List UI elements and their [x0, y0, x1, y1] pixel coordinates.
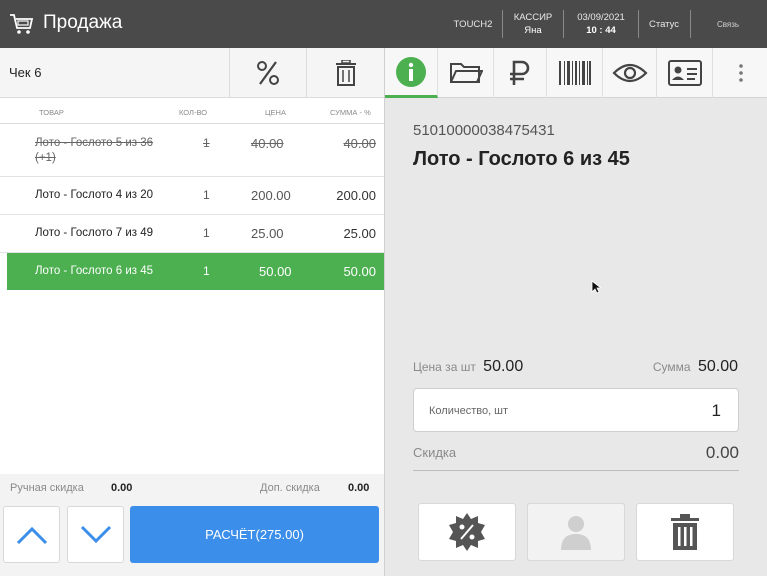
ruble-icon — [510, 60, 530, 85]
percent-icon — [257, 61, 279, 85]
tab-payment[interactable] — [494, 48, 547, 98]
discount-label: Скидка — [413, 445, 457, 460]
delete-check-button[interactable] — [306, 48, 384, 98]
discount-value: 0.00 — [705, 443, 739, 462]
quantity-value[interactable]: 1 — [712, 401, 721, 421]
chevron-up-icon — [16, 526, 47, 544]
item-detail-panel: 51010000038475431 Лото - Гослото 6 из 45… — [384, 48, 767, 576]
item-title: Лото - Гослото 6 из 45 — [413, 148, 630, 170]
customer-button[interactable] — [527, 503, 625, 561]
item-price: 25.00 — [251, 226, 284, 241]
discounts-bar: Ручная скидка 0.00 Доп. скидка 0.00 — [0, 474, 384, 502]
discount-button[interactable] — [229, 48, 306, 98]
table-header: ТОВАР КОЛ-ВО ЦЕНА СУММА - % — [0, 98, 384, 124]
table-row[interactable]: Лото - Гослото 7 из 49 1 25.00 25.00 — [0, 215, 384, 253]
item-name: Лото - Гослото 4 из 20 — [35, 189, 154, 201]
chevron-down-icon — [80, 525, 111, 543]
connection-indicator[interactable]: Связь — [703, 0, 753, 48]
cash-register-icon — [10, 14, 34, 34]
top-bar: Продажа TOUCH2 КАССИР Яна 03/09/2021 10 … — [0, 0, 767, 48]
item-sum: 50.00 — [343, 264, 376, 279]
status-button[interactable]: Статус — [641, 0, 687, 48]
item-sum-total: Сумма 50.00 — [652, 358, 738, 375]
discount-field[interactable]: Скидка 0.00 — [413, 443, 739, 471]
manual-discount-label: Ручная скидка — [10, 482, 84, 494]
item-price: 200.00 — [251, 188, 291, 203]
table-row[interactable]: Лото - Гослото 4 из 20 1 200.00 200.00 — [0, 177, 384, 215]
pay-button[interactable]: РАСЧЁТ(275.00) — [130, 506, 379, 563]
barcode-icon — [558, 61, 591, 85]
item-name: Лото - Гослото 7 из 49 — [35, 227, 154, 239]
tab-view[interactable] — [603, 48, 657, 98]
extra-discount-label: Доп. скидка — [260, 482, 320, 494]
tab-customer-card[interactable] — [657, 48, 713, 98]
item-price: 50.00 — [259, 264, 292, 279]
quantity-placeholder: Количество, шт — [429, 405, 509, 417]
detail-tabs — [385, 48, 767, 98]
item-price: 40.00 — [251, 136, 284, 151]
bottom-bar: РАСЧЁТ(275.00) — [0, 502, 384, 576]
more-icon — [738, 64, 743, 82]
tab-info[interactable] — [385, 48, 438, 98]
cashier-info: КАССИР Яна — [513, 12, 553, 36]
page-title: Продажа — [43, 12, 123, 33]
unit-price: Цена за шт 50.00 — [413, 358, 524, 375]
item-barcode: 51010000038475431 — [413, 122, 555, 139]
item-qty: 1 — [203, 136, 210, 150]
mouse-cursor-icon — [591, 280, 601, 294]
more-menu-button[interactable] — [713, 48, 767, 98]
item-qty: 1 — [203, 226, 210, 240]
customer-icon — [561, 516, 591, 550]
column-header-qty: КОЛ-ВО — [179, 108, 208, 117]
item-sum: 25.00 — [343, 226, 376, 241]
scroll-up-button[interactable] — [3, 506, 60, 563]
item-qty: 1 — [203, 264, 210, 278]
table-row-selected[interactable]: Лото - Гослото 6 из 45 1 50.00 50.00 — [7, 253, 384, 290]
check-panel: Чек 6 ТОВАР КОЛ-ВО ЦЕНА СУММА - % Лото -… — [0, 48, 384, 576]
item-name: Лото - Гослото 6 из 45 — [35, 265, 154, 277]
scroll-down-button[interactable] — [67, 506, 124, 563]
info-icon — [396, 56, 426, 87]
extra-discount-value: 0.00 — [348, 482, 370, 494]
tab-folder[interactable] — [438, 48, 494, 98]
delete-item-button[interactable] — [636, 503, 734, 561]
datetime: 03/09/2021 10 : 44 — [577, 12, 625, 36]
column-header-price: ЦЕНА — [265, 108, 286, 117]
item-qty: 1 — [203, 188, 210, 202]
check-header: Чек 6 — [0, 48, 384, 98]
item-name: Лото - Гослото 5 из 36 (+1) — [35, 137, 154, 164]
column-header-sum: СУММА - % — [330, 108, 371, 117]
item-sum: 200.00 — [336, 188, 376, 203]
terminal-label: TOUCH2 — [453, 18, 493, 30]
column-header-item: ТОВАР — [39, 108, 64, 117]
tab-barcode[interactable] — [547, 48, 603, 98]
eye-icon — [611, 63, 648, 83]
discount-badge-icon — [449, 513, 485, 551]
trash-icon — [335, 60, 356, 86]
item-sum: 40.00 — [343, 136, 376, 151]
id-card-icon — [667, 60, 702, 86]
folder-icon — [449, 63, 483, 83]
check-title: Чек 6 — [9, 65, 42, 80]
table-row[interactable]: Лото - Гослото 5 из 36 (+1) 1 40.00 40.00 — [0, 126, 384, 177]
quantity-field[interactable]: Количество, шт 1 — [413, 388, 739, 432]
item-discount-button[interactable] — [418, 503, 516, 561]
trash-icon — [671, 514, 699, 550]
manual-discount-value: 0.00 — [111, 482, 133, 494]
